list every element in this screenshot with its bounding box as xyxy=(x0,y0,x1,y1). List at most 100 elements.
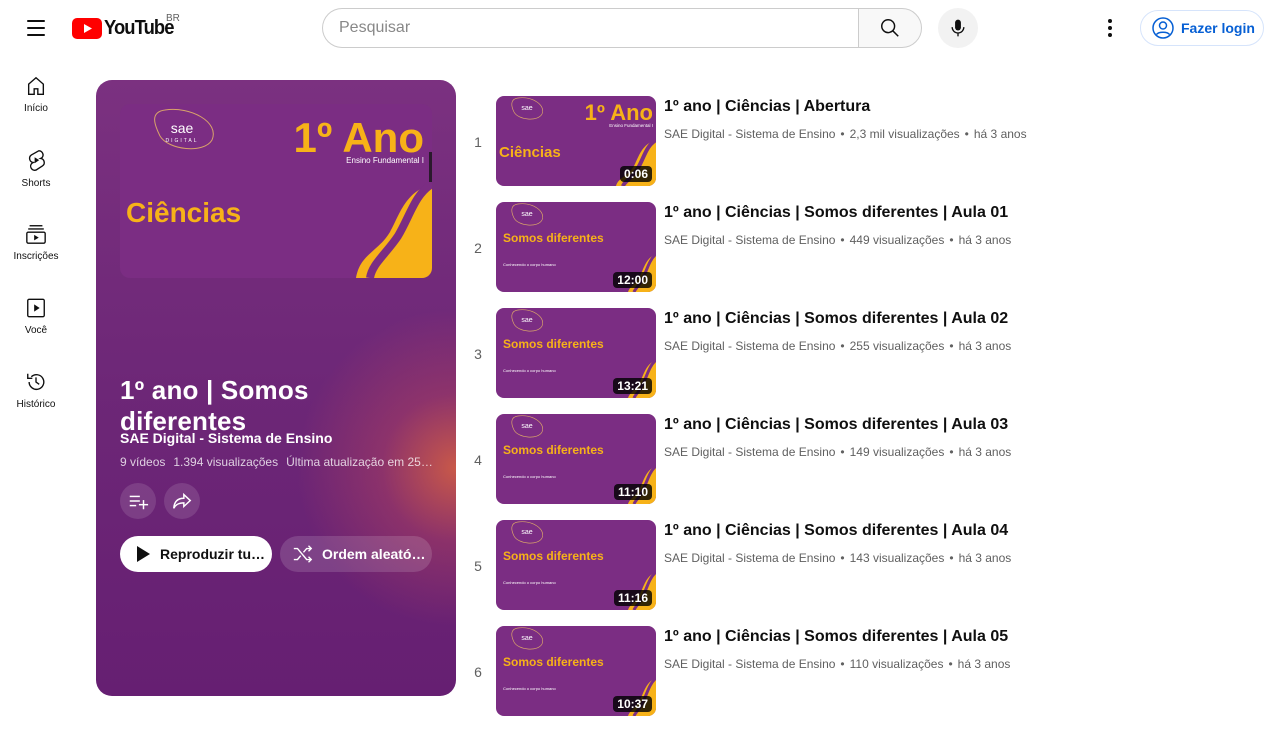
video-index: 4 xyxy=(474,452,482,468)
video-thumbnail[interactable]: sae 1º Ano Ensino Fundamental I Ciências… xyxy=(496,96,656,186)
video-metadata: SAE Digital - Sistema de Ensino • 255 visu… xyxy=(664,339,1012,353)
thumb-brand: sae xyxy=(521,211,532,218)
video-duration-badge: 11:16 xyxy=(613,590,652,606)
sidebar-item-you[interactable]: Você xyxy=(0,278,72,352)
video-title-link[interactable]: 1º ano | Ciências | Abertura xyxy=(664,98,870,116)
sidebar-item-label: Você xyxy=(24,324,48,336)
sign-in-button[interactable]: Fazer login xyxy=(1140,10,1264,46)
video-channel-link[interactable]: SAE Digital - Sistema de Ensino xyxy=(664,445,835,459)
video-title-link[interactable]: 1º ano | Ciências | Somos diferentes | A… xyxy=(664,416,1008,434)
shuffle-label: Ordem aleató… xyxy=(322,546,426,562)
video-metadata: SAE Digital - Sistema de Ensino • 110 visu… xyxy=(664,657,1011,671)
playlist-metadata: 9 vídeos 1.394 visualizações Última atua… xyxy=(120,455,432,469)
menu-icon[interactable] xyxy=(20,12,52,44)
playlist-video-row[interactable]: 1 sae 1º Ano Ensino Fundamental I Ciênci… xyxy=(464,96,1264,202)
video-thumbnail[interactable]: sae Somos diferentes Conhecendo o corpo … xyxy=(496,308,656,398)
thumb-heading: Somos diferentes xyxy=(503,655,604,669)
video-views: 110 visualizações xyxy=(849,657,944,671)
video-duration-badge: 10:37 xyxy=(613,696,652,712)
cover-level: Ensino Fundamental I xyxy=(346,156,424,165)
video-title-link[interactable]: 1º ano | Ciências | Somos diferentes | A… xyxy=(664,310,1008,328)
video-duration-badge: 11:10 xyxy=(613,484,652,500)
thumb-heading: Somos diferentes xyxy=(503,337,604,351)
video-thumbnail[interactable]: sae Somos diferentes Conhecendo o corpo … xyxy=(496,626,656,716)
video-views: 143 visualizações xyxy=(849,551,945,565)
video-thumbnail[interactable]: sae Somos diferentes Conhecendo o corpo … xyxy=(496,520,656,610)
playlist-video-row[interactable]: 4 sae Somos diferentes Conhecendo o corp… xyxy=(464,414,1264,520)
video-channel-link[interactable]: SAE Digital - Sistema de Ensino xyxy=(664,339,835,353)
playlist-cover-thumbnail[interactable]: sae DIGITAL 1º Ano Ensino Fundamental I … xyxy=(120,104,432,278)
country-code: BR xyxy=(166,13,180,24)
video-index: 1 xyxy=(474,134,482,150)
thumb-brand: sae xyxy=(521,635,532,642)
video-channel-link[interactable]: SAE Digital - Sistema de Ensino xyxy=(664,127,835,141)
save-playlist-button[interactable] xyxy=(120,483,156,519)
sidebar-item-subscriptions[interactable]: Inscrições xyxy=(0,204,72,278)
youtube-logo[interactable]: YouTube xyxy=(72,16,180,40)
search-button[interactable] xyxy=(858,8,922,48)
account-icon xyxy=(1152,17,1174,39)
playlist-video-row[interactable]: 3 sae Somos diferentes Conhecendo o corp… xyxy=(464,308,1264,414)
thumb-subheading: Conhecendo o corpo humano xyxy=(503,580,556,585)
shuffle-button[interactable]: Ordem aleató… xyxy=(280,536,432,572)
thumb-heading: Somos diferentes xyxy=(503,443,604,457)
search-input[interactable] xyxy=(323,9,859,47)
youtube-play-logo-icon xyxy=(72,17,102,39)
microphone-icon xyxy=(951,19,965,37)
sidebar-item-shorts[interactable]: Shorts xyxy=(0,130,72,204)
home-icon xyxy=(27,76,45,95)
sidebar-item-label: Inscrições xyxy=(13,250,59,262)
video-title-link[interactable]: 1º ano | Ciências | Somos diferentes | A… xyxy=(664,628,1008,646)
play-all-button[interactable]: Reproduzir tu… xyxy=(120,536,272,572)
sidebar: Início Shorts Inscrições Você Histórico xyxy=(0,56,72,426)
video-channel-link[interactable]: SAE Digital - Sistema de Ensino xyxy=(664,551,835,565)
more-options-icon[interactable] xyxy=(1094,12,1126,44)
video-count: 9 vídeos xyxy=(120,455,166,469)
share-icon xyxy=(173,492,192,509)
video-metadata: SAE Digital - Sistema de Ensino • 143 visu… xyxy=(664,551,1012,565)
cover-grade: 1º Ano xyxy=(294,114,424,161)
playlist-channel-link[interactable]: SAE Digital - Sistema de Ensino xyxy=(120,430,332,446)
sidebar-item-label: Histórico xyxy=(16,398,56,410)
search-icon xyxy=(881,19,899,37)
video-age: há 3 anos xyxy=(958,551,1012,565)
voice-search-button[interactable] xyxy=(938,8,978,48)
playlist-video-row[interactable]: 5 sae Somos diferentes Conhecendo o corp… xyxy=(464,520,1264,626)
video-index: 6 xyxy=(474,664,482,680)
video-age: há 3 anos xyxy=(958,233,1012,247)
video-duration-badge: 13:21 xyxy=(613,378,652,394)
sidebar-item-label: Shorts xyxy=(21,177,51,189)
cover-subject: Ciências xyxy=(126,197,241,228)
share-button[interactable] xyxy=(164,483,200,519)
playlist-video-list: 1 sae 1º Ano Ensino Fundamental I Ciênci… xyxy=(464,96,1264,732)
view-count: 1.394 visualizações xyxy=(173,455,279,469)
sidebar-item-history[interactable]: Histórico xyxy=(0,352,72,426)
video-thumbnail[interactable]: sae Somos diferentes Conhecendo o corpo … xyxy=(496,414,656,504)
playlist-video-row[interactable]: 6 sae Somos diferentes Conhecendo o corp… xyxy=(464,626,1264,732)
video-index: 5 xyxy=(474,558,482,574)
search-box xyxy=(322,8,859,48)
video-age: há 3 anos xyxy=(958,445,1012,459)
cover-brand-sub: DIGITAL xyxy=(165,138,198,144)
video-index: 3 xyxy=(474,346,482,362)
history-icon xyxy=(27,373,45,390)
video-thumbnail[interactable]: sae Somos diferentes Conhecendo o corpo … xyxy=(496,202,656,292)
sidebar-item-home[interactable]: Início xyxy=(0,56,72,130)
video-age: há 3 anos xyxy=(958,339,1012,353)
video-channel-link[interactable]: SAE Digital - Sistema de Ensino xyxy=(664,233,835,247)
video-title-link[interactable]: 1º ano | Ciências | Somos diferentes | A… xyxy=(664,204,1008,222)
thumb-level: Ensino Fundamental I xyxy=(609,123,653,128)
video-index: 2 xyxy=(474,240,482,256)
video-views: 149 visualizações xyxy=(849,445,945,459)
video-metadata: SAE Digital - Sistema de Ensino • 149 visu… xyxy=(664,445,1012,459)
thumb-brand: sae xyxy=(521,317,532,324)
video-duration-badge: 0:06 xyxy=(619,166,652,182)
video-title-link[interactable]: 1º ano | Ciências | Somos diferentes | A… xyxy=(664,522,1008,540)
shuffle-icon xyxy=(293,545,313,563)
playlist-title: 1º ano | Somos diferentes xyxy=(120,375,309,436)
playlist-video-row[interactable]: 2 sae Somos diferentes Conhecendo o corp… xyxy=(464,202,1264,308)
logo-text: YouTube xyxy=(104,16,174,39)
video-channel-link[interactable]: SAE Digital - Sistema de Ensino xyxy=(664,657,835,671)
subscriptions-icon xyxy=(26,224,46,244)
playlist-cover-art: sae DIGITAL 1º Ano Ensino Fundamental I … xyxy=(120,104,432,278)
